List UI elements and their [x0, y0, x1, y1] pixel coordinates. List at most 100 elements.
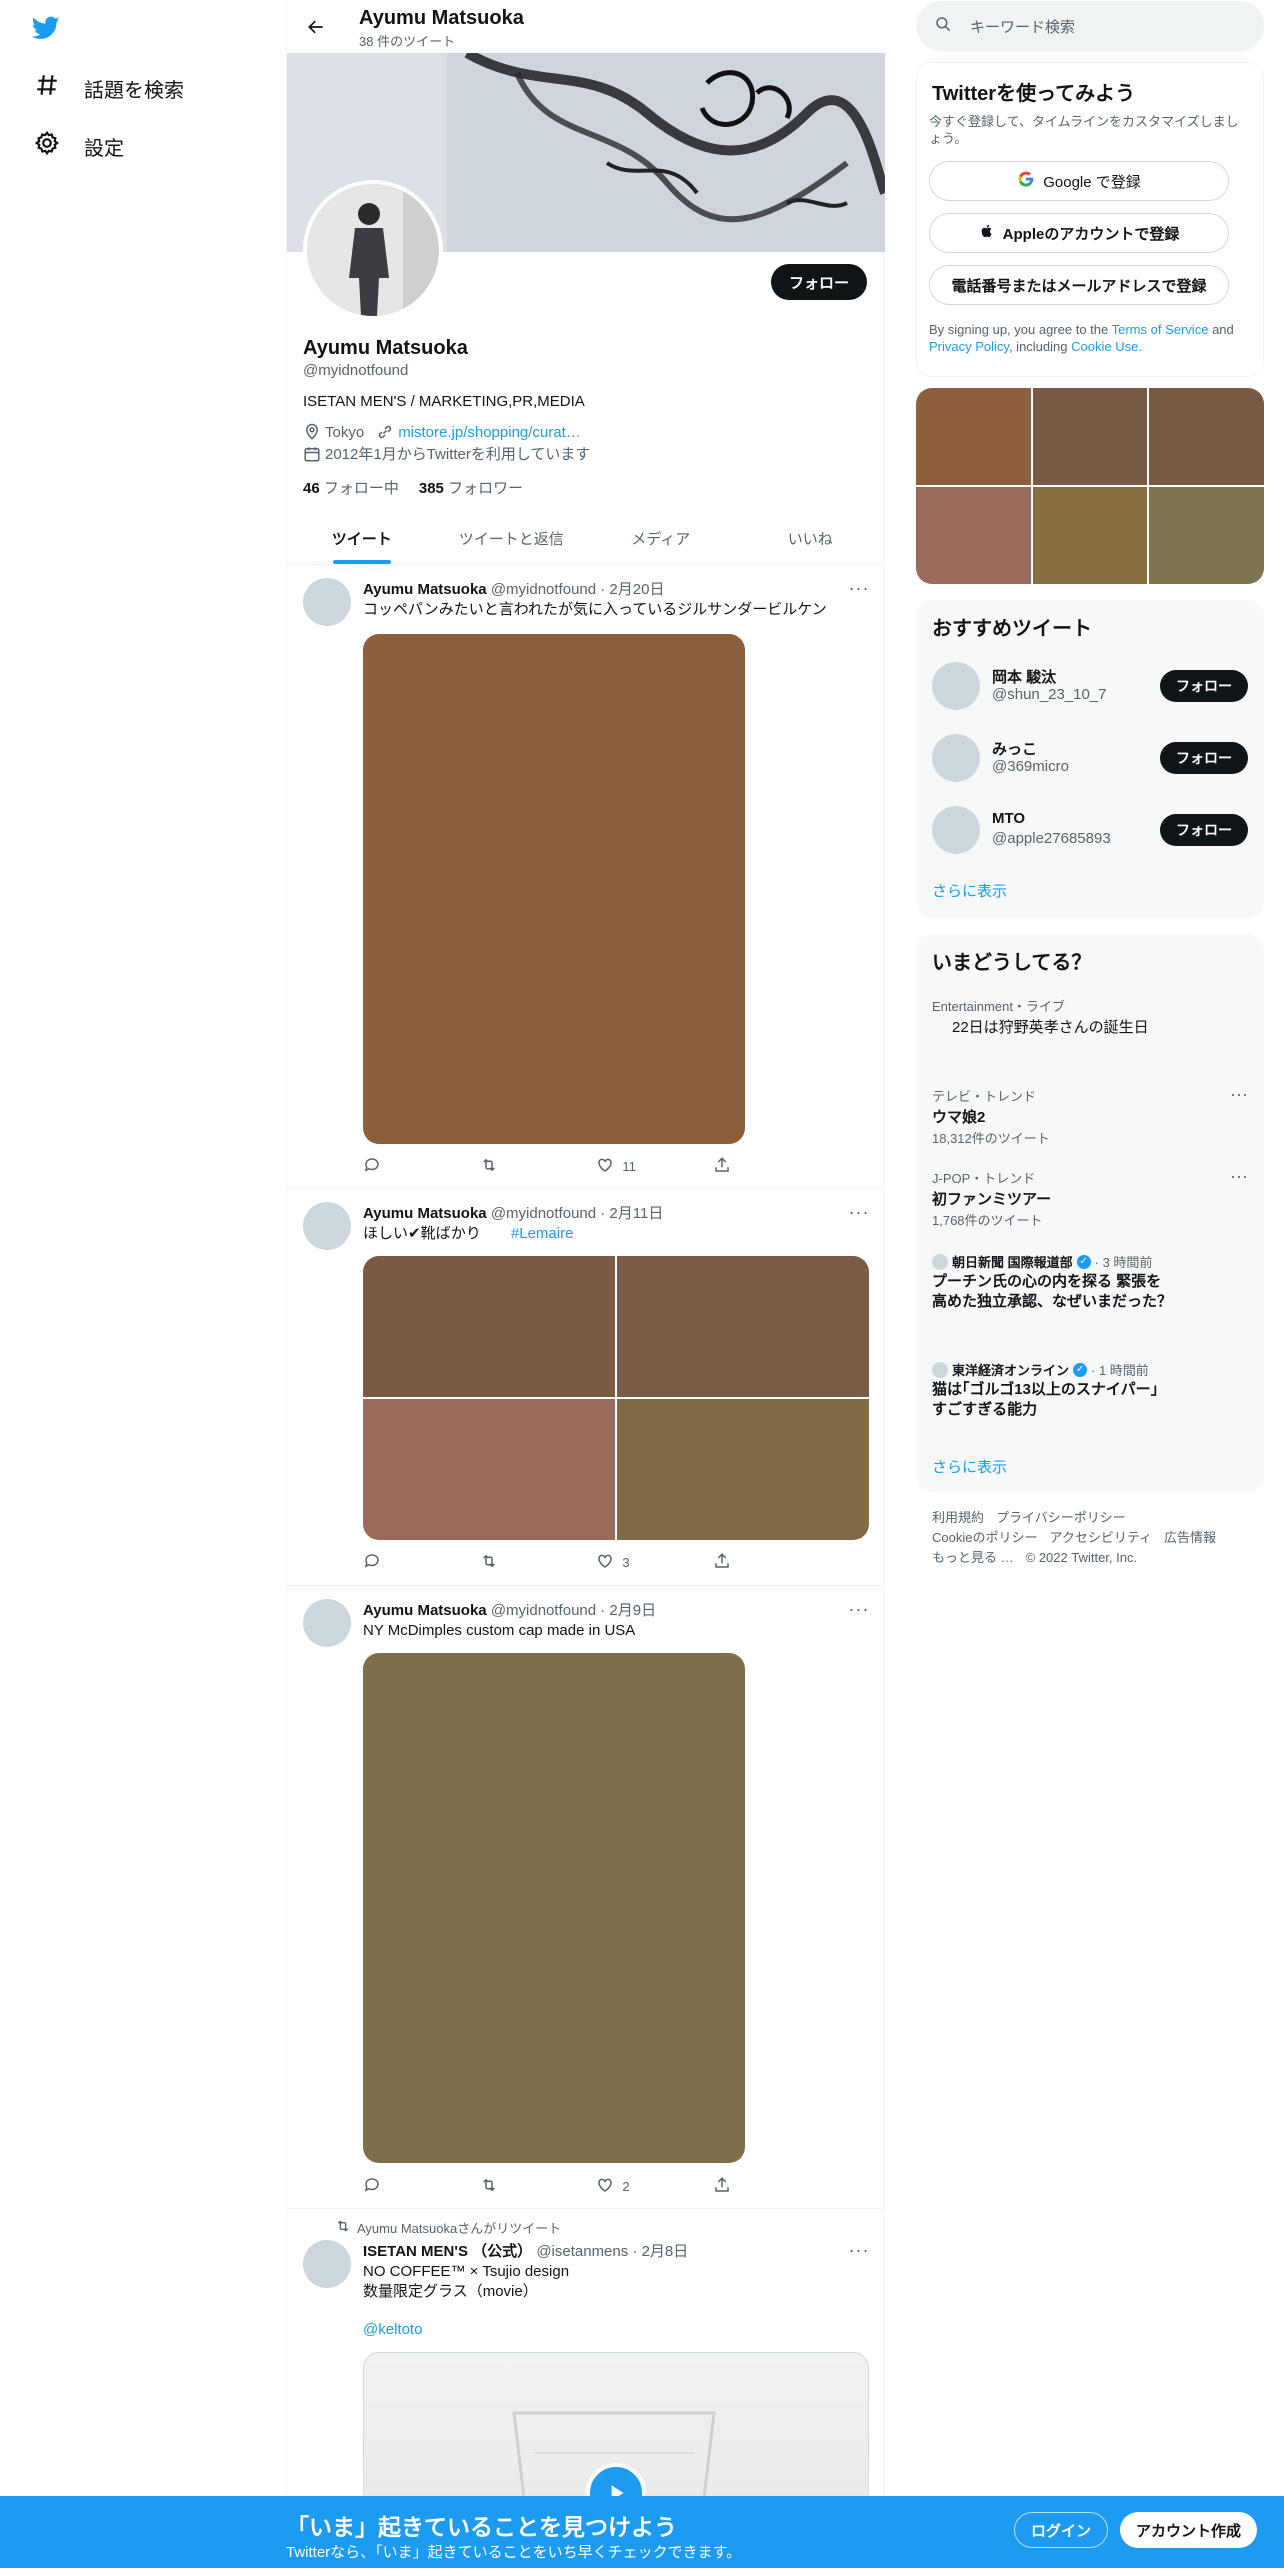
share-button[interactable]	[713, 1552, 783, 1573]
tweet-image[interactable]	[363, 1399, 615, 1540]
recommend-user[interactable]: MTO @apple27685893 フォロー	[932, 804, 1248, 856]
footer-link[interactable]: 広告情報	[1164, 1530, 1216, 1545]
show-more-link[interactable]: さらに表示	[932, 880, 1007, 901]
share-button[interactable]	[713, 1156, 783, 1177]
show-more-link[interactable]: さらに表示	[932, 1456, 1007, 1477]
tweet-header: Ayumu Matsuoka @myidnotfound · 2月11日	[363, 1205, 664, 1222]
tweet-avatar[interactable]	[303, 2240, 351, 2288]
hashtag-icon	[34, 72, 60, 104]
media-thumb[interactable]	[1032, 388, 1148, 485]
nav-settings[interactable]: 設定	[34, 130, 124, 162]
tweet-avatar[interactable]	[303, 1202, 351, 1250]
tweet-avatar[interactable]	[303, 1599, 351, 1647]
profile-avatar[interactable]	[303, 180, 443, 320]
media-thumb[interactable]	[1149, 388, 1264, 485]
profile-tabs: ツイート ツイートと返信 メディア いいね	[287, 512, 885, 565]
recommend-user-name: 岡本 駿汰	[992, 669, 1057, 686]
tweet-image[interactable]	[617, 1399, 869, 1540]
google-signup-button[interactable]: Google で登録	[929, 161, 1229, 201]
media-thumb[interactable]	[1149, 487, 1264, 584]
news-title[interactable]: 猫は｢ゴルゴ13以上のスナイパー｣ すごすぎる能力	[932, 1380, 1172, 1420]
apple-signup-button[interactable]: Appleのアカウントで登録	[929, 213, 1229, 253]
trend-category: テレビ・トレンド	[932, 1089, 1037, 1104]
signup-title: Twitterを使ってみよう	[932, 83, 1136, 105]
terms-link[interactable]: Terms of Service	[1112, 322, 1209, 337]
media-thumb[interactable]	[916, 388, 1031, 485]
login-button[interactable]: ログイン	[1014, 2512, 1109, 2548]
more-options-icon[interactable]: ···	[849, 2240, 869, 2260]
follow-button[interactable]: フォロー	[1160, 670, 1248, 702]
signup-button[interactable]: アカウント作成	[1120, 2512, 1258, 2548]
reply-button[interactable]	[363, 1552, 433, 1573]
avatar[interactable]	[932, 806, 980, 854]
footer-link[interactable]: プライバシーポリシー	[996, 1510, 1126, 1525]
more-options-icon[interactable]: ···	[1230, 1166, 1248, 1187]
more-options-icon[interactable]: ···	[849, 1202, 869, 1222]
footer-link[interactable]: 利用規約	[932, 1510, 984, 1525]
avatar[interactable]	[932, 662, 980, 710]
tweet-image[interactable]	[363, 634, 745, 1144]
recommend-user-handle: @apple27685893	[992, 830, 1111, 847]
avatar[interactable]	[932, 734, 980, 782]
tab-tweets-replies[interactable]: ツイートと返信	[437, 512, 587, 564]
media-thumb[interactable]	[916, 487, 1031, 584]
followers-link[interactable]: 385 フォロワー	[419, 477, 523, 498]
tweet-actions: 3	[363, 1552, 783, 1573]
twitter-logo-icon[interactable]	[30, 14, 66, 44]
tweet-image-grid[interactable]	[363, 1256, 869, 1540]
tweet[interactable]: Ayumu Matsuoka @myidnotfound · 2月20日 ···…	[287, 566, 885, 1189]
follow-button[interactable]: フォロー	[1160, 742, 1248, 774]
tweet-image-fill	[363, 1653, 745, 2163]
follow-button[interactable]: フォロー	[1160, 814, 1248, 846]
more-options-icon[interactable]: ···	[849, 1599, 869, 1619]
like-button[interactable]: 3	[596, 1552, 666, 1573]
tweet-text: NO COFFEE™ × Tsujio design 数量限定グラス（movie…	[363, 2263, 570, 2300]
privacy-link[interactable]: Privacy Policy	[929, 339, 1009, 354]
trend-title[interactable]: 22日は狩野英孝さんの誕生日	[952, 1016, 1149, 1037]
like-button[interactable]: 2	[596, 2176, 666, 2197]
recommend-user[interactable]: 岡本 駿汰 @shun_23_10_7 フォロー	[932, 660, 1248, 712]
tab-media[interactable]: メディア	[586, 512, 736, 564]
footer-link[interactable]: もっと見る …	[932, 1550, 1014, 1565]
recommend-user[interactable]: みっこ @369micro フォロー	[932, 732, 1248, 784]
tab-tweets[interactable]: ツイート	[287, 512, 437, 564]
retweet-button[interactable]	[480, 2176, 550, 2197]
more-options-icon[interactable]: ···	[849, 578, 869, 598]
tweet[interactable]: Ayumu Matsuoka @myidnotfound · 2月11日 ···…	[287, 1190, 885, 1586]
media-thumb[interactable]	[1032, 487, 1148, 584]
reply-button[interactable]	[363, 1156, 433, 1177]
tweet-image[interactable]	[617, 1256, 869, 1397]
tweet-image[interactable]	[363, 1653, 745, 2163]
following-link[interactable]: 46 フォロー中	[303, 477, 399, 498]
footer-link[interactable]: アクセシビリティ	[1049, 1530, 1152, 1545]
hashtag-link[interactable]: #Lemaire	[511, 1225, 574, 1242]
profile-url-link[interactable]: mistore.jp/shopping/curat…	[398, 424, 581, 441]
like-button[interactable]: 11	[596, 1156, 666, 1177]
recommend-card: おすすめツイート 岡本 駿汰 @shun_23_10_7 フォロー みっこ @3…	[916, 600, 1264, 918]
back-arrow-icon[interactable]	[301, 12, 331, 42]
retweet-button[interactable]	[480, 1552, 550, 1573]
mention-link[interactable]: @keltoto	[363, 2320, 422, 2340]
cookie-link[interactable]: Cookie Use.	[1071, 339, 1142, 354]
like-count: 2	[622, 2179, 630, 2194]
reply-button[interactable]	[363, 2176, 433, 2197]
news-title[interactable]: プーチン氏の心の内を探る 緊張を高めた独立承認、なぜいまだった？	[932, 1272, 1172, 1312]
tab-likes[interactable]: いいね	[736, 512, 886, 564]
follow-button[interactable]: フォロー	[770, 264, 867, 300]
bottom-bar-subtitle: Twitterなら、「いま」起きていることをいち早くチェックできます。	[286, 2544, 742, 2561]
trend-title[interactable]: ウマ娘2	[932, 1106, 985, 1127]
tweet-avatar[interactable]	[303, 578, 351, 626]
nav-explore[interactable]: 話題を検索	[34, 72, 184, 104]
tweet-image[interactable]	[363, 1256, 615, 1397]
search-icon	[934, 15, 952, 37]
like-count: 3	[622, 1555, 630, 1570]
retweet-button[interactable]	[480, 1156, 550, 1177]
tweet-actions: 11	[363, 1156, 783, 1177]
footer-link[interactable]: Cookieのポリシー	[932, 1530, 1037, 1545]
share-button[interactable]	[713, 2176, 783, 2197]
search-input[interactable]: キーワード検索	[916, 1, 1264, 51]
tweet[interactable]: Ayumu Matsuoka @myidnotfound · 2月9日 ··· …	[287, 1587, 885, 2209]
trend-title[interactable]: 初ファンミツアー	[932, 1188, 1051, 1209]
phone-email-signup-button[interactable]: 電話番号またはメールアドレスで登録	[929, 265, 1229, 305]
more-options-icon[interactable]: ···	[1230, 1084, 1248, 1105]
